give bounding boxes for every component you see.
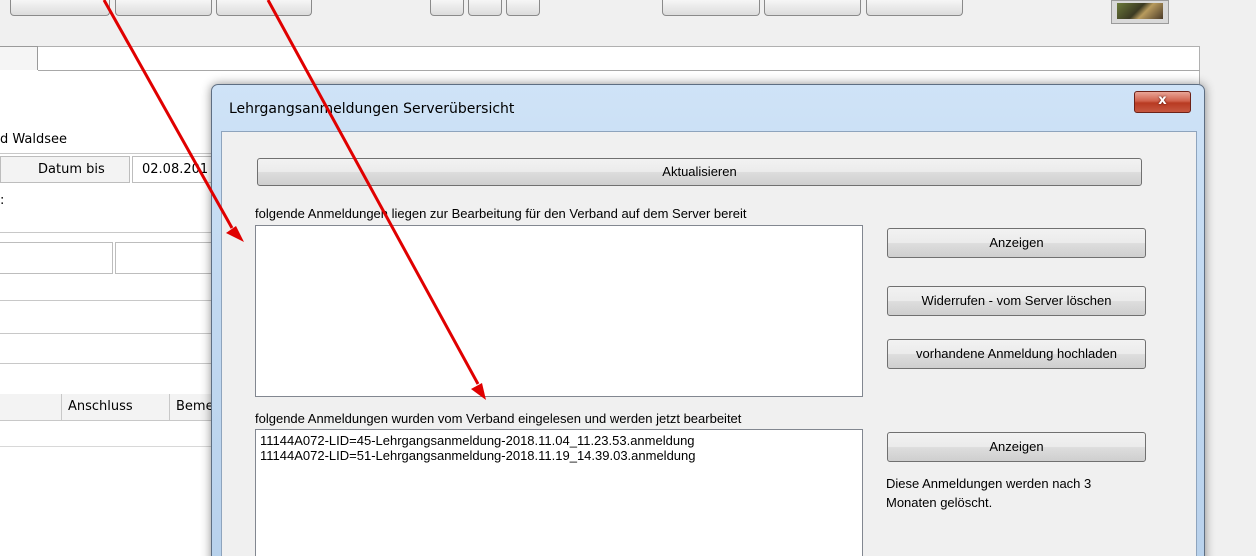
toolbar-button[interactable]: [216, 0, 312, 16]
toolbar-button[interactable]: [430, 0, 464, 16]
toolbar-button[interactable]: [10, 0, 110, 16]
input-field[interactable]: [115, 242, 215, 274]
toolbar-button[interactable]: [866, 0, 963, 16]
location-text: d Waldsee: [0, 132, 68, 147]
server-overview-dialog: Lehrgangsanmeldungen Serverübersicht x A…: [211, 84, 1205, 556]
toolbar-button[interactable]: [662, 0, 760, 16]
input-field[interactable]: [0, 242, 113, 274]
processed-registrations-list[interactable]: 11144A072-LID=45-Lehrgangsanmeldung-2018…: [255, 429, 863, 556]
date-to-label: Datum bis: [38, 162, 105, 177]
thumbnail-image: [1111, 0, 1169, 24]
refresh-button[interactable]: Aktualisieren: [257, 158, 1142, 186]
pending-registrations-list[interactable]: [255, 225, 863, 397]
toolbar-button[interactable]: [506, 0, 540, 16]
show-processed-button[interactable]: Anzeigen: [887, 432, 1146, 462]
dialog-titlebar[interactable]: Lehrgangsanmeldungen Serverübersicht x: [212, 85, 1204, 131]
toolbar-button[interactable]: [764, 0, 861, 16]
colon-text: :: [0, 193, 5, 208]
tab[interactable]: [0, 46, 38, 70]
dialog-body: Aktualisieren folgende Anmeldungen liege…: [221, 131, 1197, 556]
list-item[interactable]: 11144A072-LID=45-Lehrgangsanmeldung-2018…: [256, 433, 862, 448]
toolbar-button[interactable]: [115, 0, 212, 16]
column-header-beme[interactable]: Beme: [170, 394, 215, 421]
deletion-note: Diese Anmeldungen werden nach 3 Monaten …: [886, 476, 1092, 510]
date-to-value: 02.08.201: [142, 162, 209, 177]
show-pending-button[interactable]: Anzeigen: [887, 228, 1146, 258]
list-item[interactable]: 11144A072-LID=51-Lehrgangsanmeldung-2018…: [256, 448, 862, 463]
close-icon: x: [1158, 93, 1167, 108]
toolbar-button[interactable]: [468, 0, 502, 16]
close-button[interactable]: x: [1134, 91, 1191, 113]
dialog-title: Lehrgangsanmeldungen Serverübersicht: [229, 101, 515, 117]
pending-registrations-label: folgende Anmeldungen liegen zur Bearbeit…: [255, 206, 747, 221]
upload-registration-button[interactable]: vorhandene Anmeldung hochladen: [887, 339, 1146, 369]
column-header-anschluss[interactable]: Anschluss: [62, 394, 170, 421]
revoke-delete-button[interactable]: Widerrufen - vom Server löschen: [887, 286, 1146, 316]
processed-registrations-label: folgende Anmeldungen wurden vom Verband …: [255, 411, 742, 426]
